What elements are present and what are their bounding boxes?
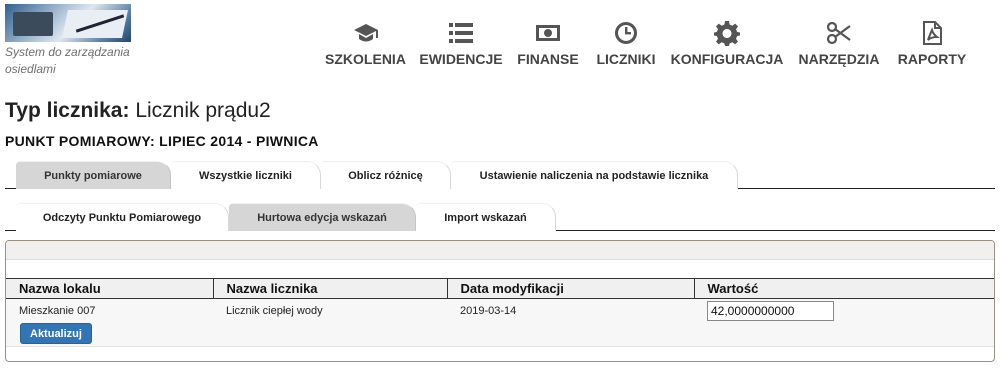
nav-label: NARZĘDZIA [798,51,880,67]
cell-lokal: Mieszkanie 007 [6,298,213,323]
nav-label: RAPORTY [897,51,967,67]
value-input[interactable] [707,300,834,321]
nav-ewidencje[interactable]: EWIDENCJE [413,20,509,67]
tab-ustawienie-naliczenia[interactable]: Ustawienie naliczenia na podstawie liczn… [451,161,738,189]
column-header[interactable]: Data modyfikacji [446,278,695,299]
nav-finanse[interactable]: FINANSE [509,20,587,67]
actions-row: Aktualizuj [6,323,994,347]
nav-label: SZKOLENIA [325,51,406,67]
nav-szkolenia[interactable]: SZKOLENIA [318,20,413,67]
main-tabs: Punkty pomiarowe Wszystkie liczniki Obli… [5,161,995,189]
nav-label: EWIDENCJE [419,51,503,67]
page-title: Typ licznika: Licznik prądu2 [5,99,271,123]
cell-licznik: Licznik ciepłej wody [213,298,447,323]
column-header[interactable]: Wartość [693,278,994,299]
nav-narzedzia[interactable]: NARZĘDZIA [789,20,889,67]
clock-icon [615,22,638,44]
page-title-value: Licznik prądu2 [135,99,271,122]
list-icon [449,23,473,43]
panel-toolbar [6,241,994,260]
tab-hurtowa-edycja[interactable]: Hurtowa edycja wskazań [229,203,416,231]
nav-konfiguracja[interactable]: KONFIGURACJA [665,20,789,67]
nav-liczniki[interactable]: LICZNIKI [587,20,665,67]
tab-oblicz-roznice[interactable]: Oblicz różnicę [321,161,451,189]
page-title-prefix: Typ licznika: [5,99,130,122]
nav-label: KONFIGURACJA [670,51,784,67]
tab-import-wskazan[interactable]: Import wskazań [416,203,556,231]
nav-label: LICZNIKI [596,51,656,67]
pdf-file-icon [923,21,942,45]
sub-tabs: Odczyty Punktu Pomiarowego Hurtowa edycj… [5,203,995,231]
table-header-row: Nazwa lokalu Nazwa licznika Data modyfik… [6,278,994,299]
tab-wszystkie-liczniki[interactable]: Wszystkie liczniki [171,161,321,189]
money-icon [536,25,560,41]
nav-raporty[interactable]: RAPORTY [889,20,975,67]
readings-table: Nazwa lokalu Nazwa licznika Data modyfik… [6,278,994,323]
cell-wartosc [694,298,994,323]
main-nav: SZKOLENIA EWIDENCJE FINANSE LICZNIKI KON… [318,20,975,67]
tab-odczyty[interactable]: Odczyty Punktu Pomiarowego [16,203,229,231]
logo[interactable] [5,4,131,42]
graduation-cap-icon [353,24,378,42]
logo-caption: System do zarządzania osiedlami [5,45,130,76]
gear-icon [714,21,740,46]
update-button[interactable]: Aktualizuj [20,323,92,344]
edit-panel: Nazwa lokalu Nazwa licznika Data modyfik… [5,240,995,362]
column-header[interactable]: Nazwa licznika [212,278,448,299]
column-header[interactable]: Nazwa lokalu [6,278,214,299]
cell-data: 2019-03-14 [447,298,694,323]
nav-label: FINANSE [517,51,579,67]
tab-punkty-pomiarowe[interactable]: Punkty pomiarowe [16,161,171,189]
page-subtitle: PUNKT POMIAROWY: LIPIEC 2014 - PIWNICA [5,133,319,149]
scissors-icon [826,21,851,45]
table-row: Mieszkanie 007 Licznik ciepłej wody 2019… [6,298,994,323]
